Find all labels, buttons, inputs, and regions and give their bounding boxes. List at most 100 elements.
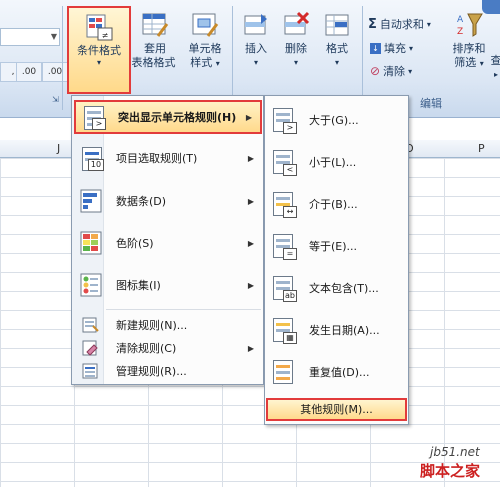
- find-label-2: ▸: [493, 70, 498, 79]
- conditional-format-menu: > 突出显示单元格规则(H) ▶ 10 项目选取规则(T) ▶ 数据条(D) ▶…: [71, 95, 264, 385]
- column-header-p[interactable]: P: [478, 142, 485, 155]
- decrease-decimal-button[interactable]: .00: [42, 62, 68, 82]
- svg-text:Z: Z: [457, 27, 463, 37]
- chevron-down-icon: ▾: [334, 58, 339, 67]
- menu-item-label: 色阶(S): [116, 237, 154, 250]
- increase-decimal-label: .00: [21, 67, 37, 77]
- help-tab-icon[interactable]: [482, 0, 500, 14]
- menu-divider: [106, 309, 261, 310]
- autosum-button[interactable]: Σ 自动求和 ▾: [368, 16, 431, 32]
- cell-style-icon: [190, 10, 220, 40]
- sort-filter-icon: AZ: [454, 10, 484, 40]
- color-scales-icon: [78, 230, 104, 256]
- fill-button[interactable]: ↓ 填充 ▾: [370, 40, 413, 56]
- conditional-format-label: 条件格式: [77, 44, 121, 57]
- manage-rules-icon: [81, 362, 99, 380]
- fill-down-icon: ↓: [370, 42, 381, 54]
- greater-than-icon: >: [269, 106, 297, 134]
- format-button[interactable]: 格式 ▾: [318, 10, 356, 70]
- clear-button[interactable]: ⊘ 清除 ▾: [370, 63, 412, 79]
- menu-item-data-bars[interactable]: 数据条(D) ▶: [74, 184, 262, 218]
- submenu-item-duplicate-values[interactable]: 重复值(D)...: [269, 354, 407, 390]
- menu-item-top-bottom-rules[interactable]: 10 项目选取规则(T) ▶: [74, 141, 262, 175]
- menu-item-icon-sets[interactable]: 图标集(I) ▶: [74, 268, 262, 302]
- find-icon: [490, 10, 500, 54]
- chevron-down-icon: ▾: [426, 19, 431, 29]
- table-format-button[interactable]: 套用 表格格式: [132, 10, 177, 70]
- sort-filter-label-2: 筛选 ▾: [454, 56, 484, 69]
- top-bottom-icon: 10: [78, 145, 104, 171]
- menu-item-label: 新建规则(N)...: [116, 319, 188, 332]
- delete-button[interactable]: 删除 ▾: [278, 10, 314, 70]
- insert-button[interactable]: 插入 ▾: [238, 10, 274, 70]
- sigma-icon: Σ: [368, 16, 377, 32]
- submenu-item-label: 大于(G)...: [309, 114, 359, 127]
- clear-label: 清除: [383, 65, 406, 78]
- submenu-item-date-occurring[interactable]: ▦ 发生日期(A)...: [269, 312, 407, 348]
- submenu-item-label: 文本包含(T)...: [309, 282, 379, 295]
- cell-style-label-1: 单元格: [188, 42, 222, 55]
- insert-icon: [241, 10, 271, 40]
- menu-item-label: 图标集(I): [116, 279, 161, 292]
- menu-item-manage-rules[interactable]: 管理规则(R)...: [74, 360, 262, 382]
- submenu-item-label: 发生日期(A)...: [309, 324, 380, 337]
- cell-style-button[interactable]: 单元格 样式 ▾: [182, 10, 228, 71]
- submenu-item-greater-than[interactable]: > 大于(G)...: [269, 102, 407, 138]
- increase-decimal-button[interactable]: .00: [16, 62, 42, 82]
- date-occurring-icon: ▦: [269, 316, 297, 344]
- submenu-arrow-icon: ▶: [247, 153, 254, 163]
- menu-item-label: 项目选取规则(T): [116, 152, 198, 165]
- format-icon: [322, 10, 352, 40]
- sort-filter-button[interactable]: AZ 排序和 筛选 ▾: [448, 10, 490, 71]
- clear-rules-icon: [81, 339, 99, 357]
- menu-item-highlight-cells-rules[interactable]: > 突出显示单元格规则(H) ▶: [74, 100, 262, 134]
- chevron-down-icon: ▾: [253, 58, 258, 67]
- less-than-icon: <: [269, 148, 297, 176]
- eraser-icon: ⊘: [370, 64, 381, 78]
- submenu-item-label: 小于(L)...: [309, 156, 357, 169]
- equal-to-icon: =: [269, 232, 297, 260]
- submenu-arrow-icon: ▶: [247, 238, 254, 248]
- svg-text:A: A: [457, 15, 464, 25]
- duplicate-values-icon: [269, 358, 297, 386]
- menu-item-new-rule[interactable]: 新建规则(N)...: [74, 314, 262, 336]
- insert-label: 插入: [245, 42, 267, 55]
- submenu-item-label: 重复值(D)...: [309, 366, 370, 379]
- dialog-launcher-icon[interactable]: ⇲: [52, 95, 59, 104]
- new-rule-icon: [81, 316, 99, 334]
- menu-item-label: 清除规则(C): [116, 342, 177, 355]
- text-contains-icon: ab: [269, 274, 297, 302]
- group-separator: [62, 6, 63, 110]
- conditional-format-button[interactable]: ≠ 条件格式 ▾: [67, 6, 131, 94]
- icon-sets-icon: [78, 272, 104, 298]
- format-label: 格式: [326, 42, 348, 55]
- submenu-arrow-icon: ▶: [247, 280, 254, 290]
- submenu-item-between[interactable]: ↔ 介于(B)...: [269, 186, 407, 222]
- svg-text:≠: ≠: [102, 31, 109, 40]
- submenu-arrow-icon: ▶: [247, 196, 254, 206]
- menu-item-label: 突出显示单元格规则(H): [118, 111, 237, 124]
- submenu-item-text-contains[interactable]: ab 文本包含(T)...: [269, 270, 407, 306]
- table-format-label-1: 套用: [144, 42, 166, 55]
- find-select-button[interactable]: 查 ▸: [490, 10, 500, 82]
- chevron-down-icon: ▾: [408, 66, 413, 76]
- between-icon: ↔: [269, 190, 297, 218]
- highlight-cells-submenu: > 大于(G)... < 小于(L)... ↔ 介于(B)... = 等于(E)…: [264, 95, 409, 425]
- table-format-icon: [140, 10, 170, 40]
- menu-item-label: 数据条(D): [116, 195, 167, 208]
- submenu-arrow-icon: ▶: [247, 343, 254, 353]
- cell-style-label-2: 样式 ▾: [190, 56, 220, 69]
- submenu-item-label: 介于(B)...: [309, 198, 358, 211]
- highlight-cells-icon: >: [80, 104, 106, 130]
- column-header-j[interactable]: J: [57, 142, 60, 155]
- menu-item-label: 管理规则(R)...: [116, 365, 187, 378]
- more-rules-button[interactable]: 其他规则(M)...: [266, 398, 407, 421]
- chevron-down-icon: ▾: [96, 58, 101, 67]
- submenu-item-equal-to[interactable]: = 等于(E)...: [269, 228, 407, 264]
- submenu-item-label: 等于(E)...: [309, 240, 358, 253]
- menu-item-color-scales[interactable]: 色阶(S) ▶: [74, 226, 262, 260]
- menu-item-clear-rules[interactable]: 清除规则(C) ▶: [74, 337, 262, 359]
- font-size-combo[interactable]: ▼: [0, 28, 60, 46]
- watermark-brand: 脚本之家: [420, 462, 481, 480]
- submenu-item-less-than[interactable]: < 小于(L)...: [269, 144, 407, 180]
